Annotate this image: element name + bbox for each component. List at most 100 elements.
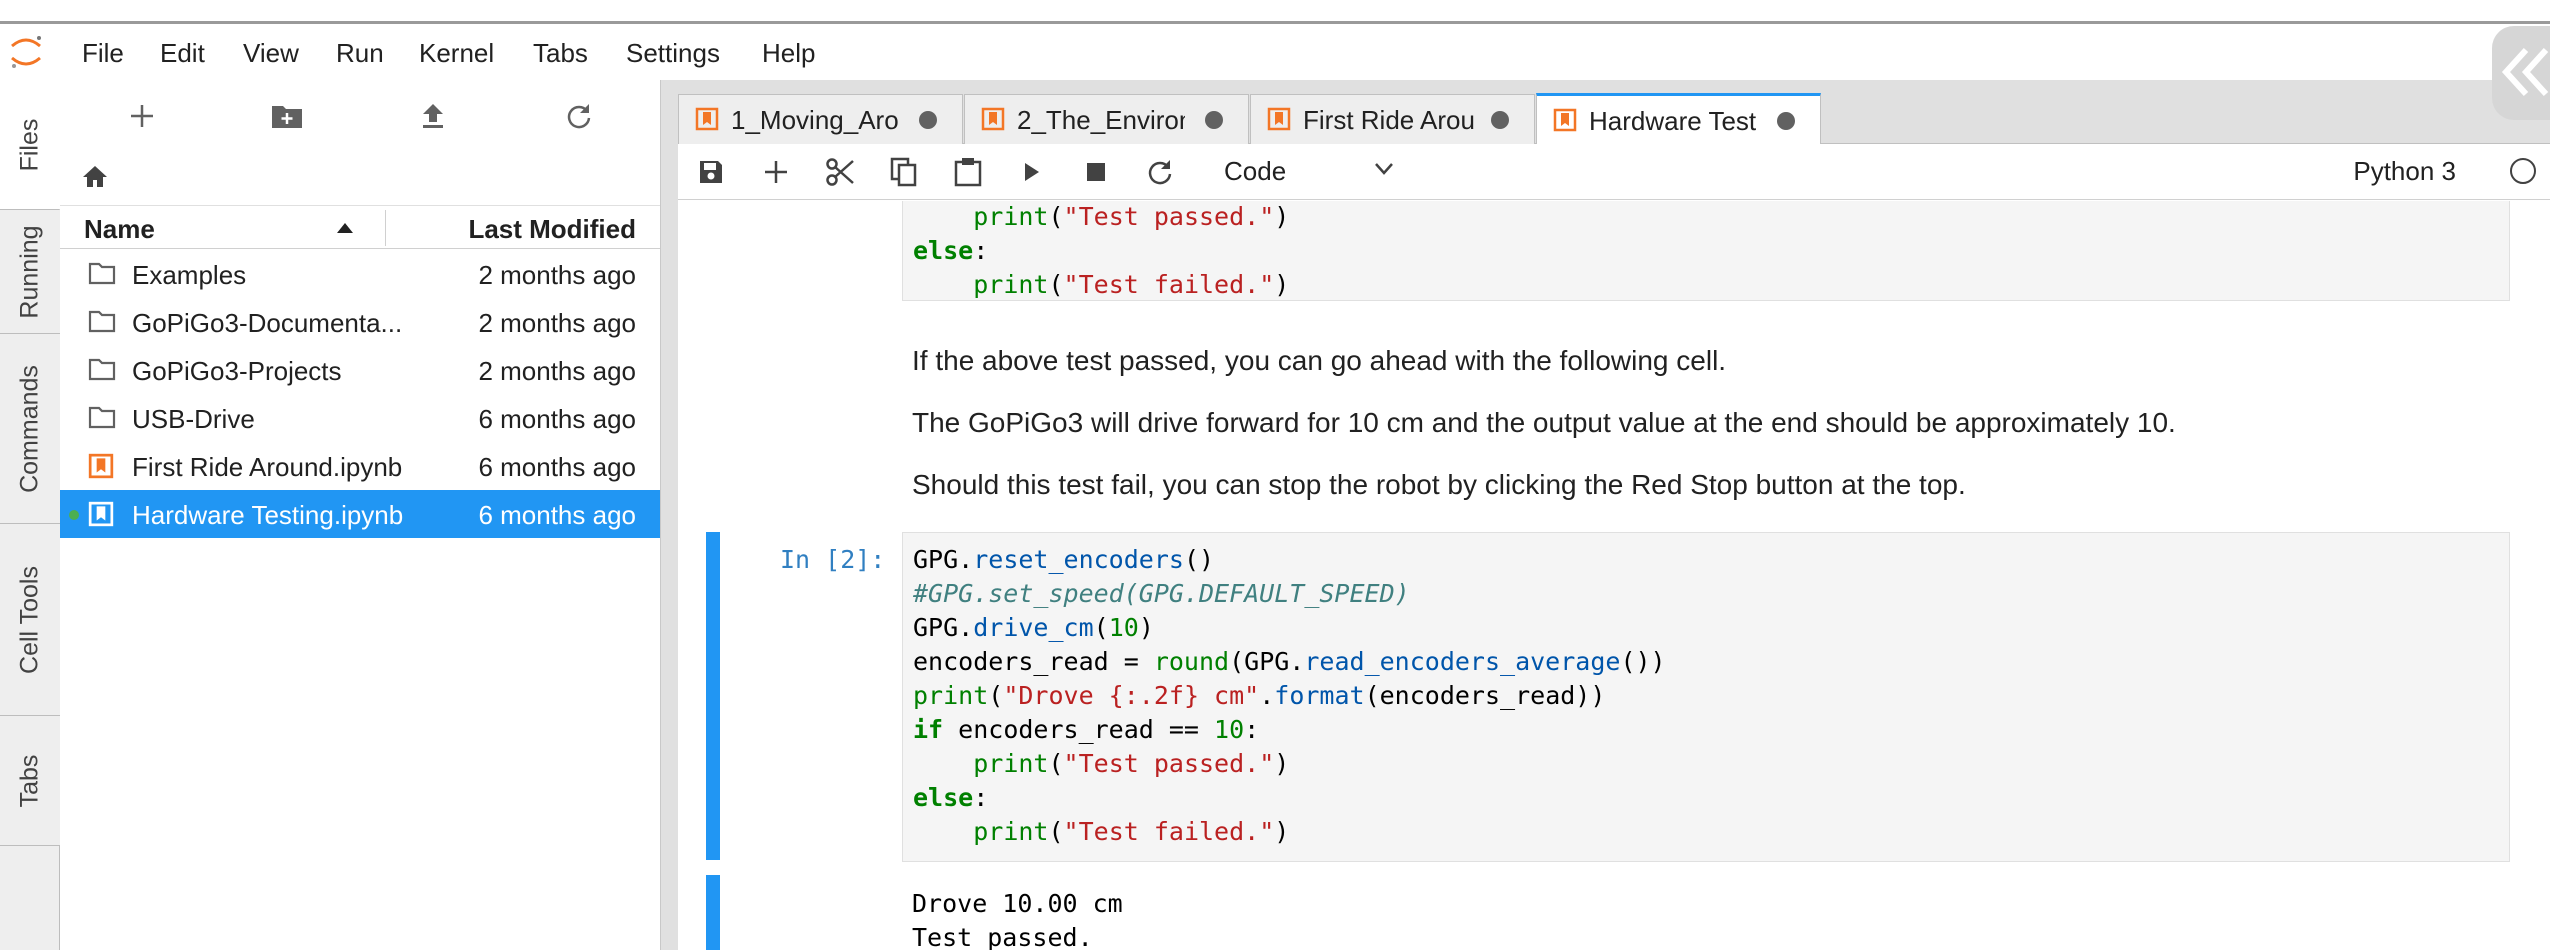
- column-modified-header[interactable]: Last Modified: [468, 214, 636, 245]
- left-tab-running[interactable]: Running: [0, 210, 60, 334]
- file-modified: 2 months ago: [478, 308, 636, 338]
- folder-icon: [88, 357, 116, 383]
- file-list-item[interactable]: GoPiGo3-Documenta... 2 months ago: [60, 298, 660, 346]
- document-tabbar: 1_Moving_Arou 2_The_Environi First Ride …: [678, 80, 2550, 144]
- tab-label: 2_The_Environi: [1017, 105, 1185, 135]
- window-top-strip: [0, 0, 2550, 24]
- cut-button[interactable]: [820, 152, 860, 192]
- left-tab-tabs[interactable]: Tabs: [0, 716, 60, 846]
- left-tab-cell-tools-label: Cell Tools: [15, 565, 44, 674]
- output-collapser[interactable]: [706, 875, 720, 950]
- menubar: File Edit View Run Kernel Tabs Settings …: [0, 24, 2550, 80]
- file-modified: 2 months ago: [478, 356, 636, 386]
- interrupt-button[interactable]: [1076, 152, 1116, 192]
- unsaved-dot-icon[interactable]: [919, 111, 937, 129]
- menu-file[interactable]: File: [82, 38, 124, 69]
- main-dock: 1_Moving_Arou 2_The_Environi First Ride …: [678, 80, 2550, 950]
- notebook-panel[interactable]: print("Test passed.") else: print("Test …: [678, 201, 2550, 950]
- output-line: Test passed.: [912, 923, 1093, 950]
- markdown-paragraph: Should this test fail, you can stop the …: [912, 469, 1966, 500]
- notebook-icon: [981, 107, 1005, 131]
- refresh-icon: [567, 104, 591, 129]
- markdown-paragraph: The GoPiGo3 will drive forward for 10 cm…: [912, 407, 2176, 438]
- run-icon: [1025, 163, 1039, 181]
- left-tab-commands[interactable]: Commands: [0, 334, 60, 524]
- paste-button[interactable]: [948, 152, 988, 192]
- home-breadcrumb[interactable]: [82, 164, 112, 194]
- menu-help[interactable]: Help: [762, 38, 815, 69]
- file-list-item[interactable]: Examples 2 months ago: [60, 250, 660, 298]
- panel-splitter[interactable]: [660, 80, 678, 950]
- upload-icon: [423, 104, 443, 128]
- menu-tabs[interactable]: Tabs: [533, 38, 588, 69]
- sort-ascending-icon: [337, 223, 353, 233]
- file-modified: 6 months ago: [478, 500, 636, 530]
- cut-icon: [826, 158, 854, 186]
- menu-edit[interactable]: Edit: [160, 38, 205, 69]
- input-collapser[interactable]: [706, 532, 720, 860]
- file-list-item[interactable]: GoPiGo3-Projects 2 months ago: [60, 346, 660, 394]
- code-cell-editor[interactable]: GPG.reset_encoders() #GPG.set_speed(GPG.…: [902, 532, 2510, 862]
- new-launcher-button[interactable]: [122, 96, 162, 136]
- file-name: USB-Drive: [132, 404, 255, 434]
- markdown-paragraph: If the above test passed, you can go ahe…: [912, 345, 1727, 376]
- left-tab-commands-label: Commands: [15, 364, 44, 493]
- input-prompt: In [2]:: [780, 545, 886, 574]
- tab-1-moving-around[interactable]: 1_Moving_Arou: [678, 94, 963, 144]
- restart-kernel-button[interactable]: [1140, 152, 1180, 192]
- menu-view[interactable]: View: [243, 38, 299, 69]
- left-activity-bar: Files Running Commands Cell Tools Tabs: [0, 80, 61, 950]
- unsaved-dot-icon[interactable]: [1491, 111, 1509, 129]
- file-list-header: Name Last Modified: [60, 205, 660, 249]
- left-tab-cell-tools[interactable]: Cell Tools: [0, 524, 60, 716]
- plus-icon: [131, 105, 153, 127]
- left-tab-running-label: Running: [15, 224, 44, 319]
- unsaved-dot-icon[interactable]: [1777, 112, 1795, 130]
- tab-hardware-test[interactable]: Hardware Test: [1536, 93, 1821, 144]
- notebook-icon: [88, 453, 116, 479]
- upload-button[interactable]: [413, 96, 453, 136]
- left-tab-files[interactable]: Files: [0, 80, 61, 210]
- prev-code-cell-editor[interactable]: print("Test passed.") else: print("Test …: [902, 201, 2510, 301]
- file-list-item[interactable]: Hardware Testing.ipynb 6 months ago: [60, 490, 660, 538]
- plus-icon: [765, 161, 787, 183]
- folder-icon: [88, 309, 116, 335]
- file-browser: Name Last Modified Examples 2 months ago G…: [60, 80, 660, 950]
- unsaved-dot-icon[interactable]: [1205, 111, 1223, 129]
- copy-button[interactable]: [884, 152, 924, 192]
- menu-kernel[interactable]: Kernel: [419, 38, 494, 69]
- new-folder-button[interactable]: [267, 96, 307, 136]
- new-folder-icon: [272, 106, 302, 128]
- kernel-name[interactable]: Python 3: [2353, 156, 2456, 187]
- tab-label: Hardware Test: [1589, 106, 1757, 136]
- folder-icon: [88, 405, 116, 431]
- cell-type-dropdown[interactable]: Code: [1224, 154, 1394, 190]
- menu-run[interactable]: Run: [336, 38, 384, 69]
- notebook-toolbar: Code Python 3: [678, 144, 2550, 200]
- paste-icon: [954, 158, 982, 187]
- notebook-icon: [1267, 107, 1291, 131]
- jupyter-logo-icon: [6, 32, 46, 72]
- file-list-item[interactable]: USB-Drive 6 months ago: [60, 394, 660, 442]
- refresh-button[interactable]: [559, 96, 599, 136]
- notebook-icon: [1553, 108, 1577, 132]
- left-tab-files-label: Files: [15, 118, 43, 171]
- save-button[interactable]: [691, 152, 731, 192]
- run-button[interactable]: [1012, 152, 1052, 192]
- tab-first-ride-around[interactable]: First Ride Arou: [1250, 94, 1535, 144]
- double-chevron-left-icon: [2501, 47, 2549, 97]
- notebook-icon: [695, 107, 719, 131]
- chevron-down-icon: [1375, 163, 1393, 175]
- menu-settings[interactable]: Settings: [626, 38, 720, 69]
- collapse-right-sidebar-button[interactable]: [2492, 26, 2550, 120]
- notebook-icon: [88, 501, 116, 527]
- file-name: GoPiGo3-Documenta...: [132, 308, 403, 338]
- file-modified: 6 months ago: [478, 404, 636, 434]
- stop-icon: [1087, 163, 1105, 181]
- tab-2-the-environment[interactable]: 2_The_Environi: [964, 94, 1249, 144]
- tab-label: First Ride Arou: [1303, 105, 1475, 135]
- insert-cell-button[interactable]: [756, 152, 796, 192]
- file-list-item[interactable]: First Ride Around.ipynb 6 months ago: [60, 442, 660, 490]
- column-name-header[interactable]: Name: [84, 214, 155, 245]
- output-line: Drove 10.00 cm: [912, 889, 1123, 918]
